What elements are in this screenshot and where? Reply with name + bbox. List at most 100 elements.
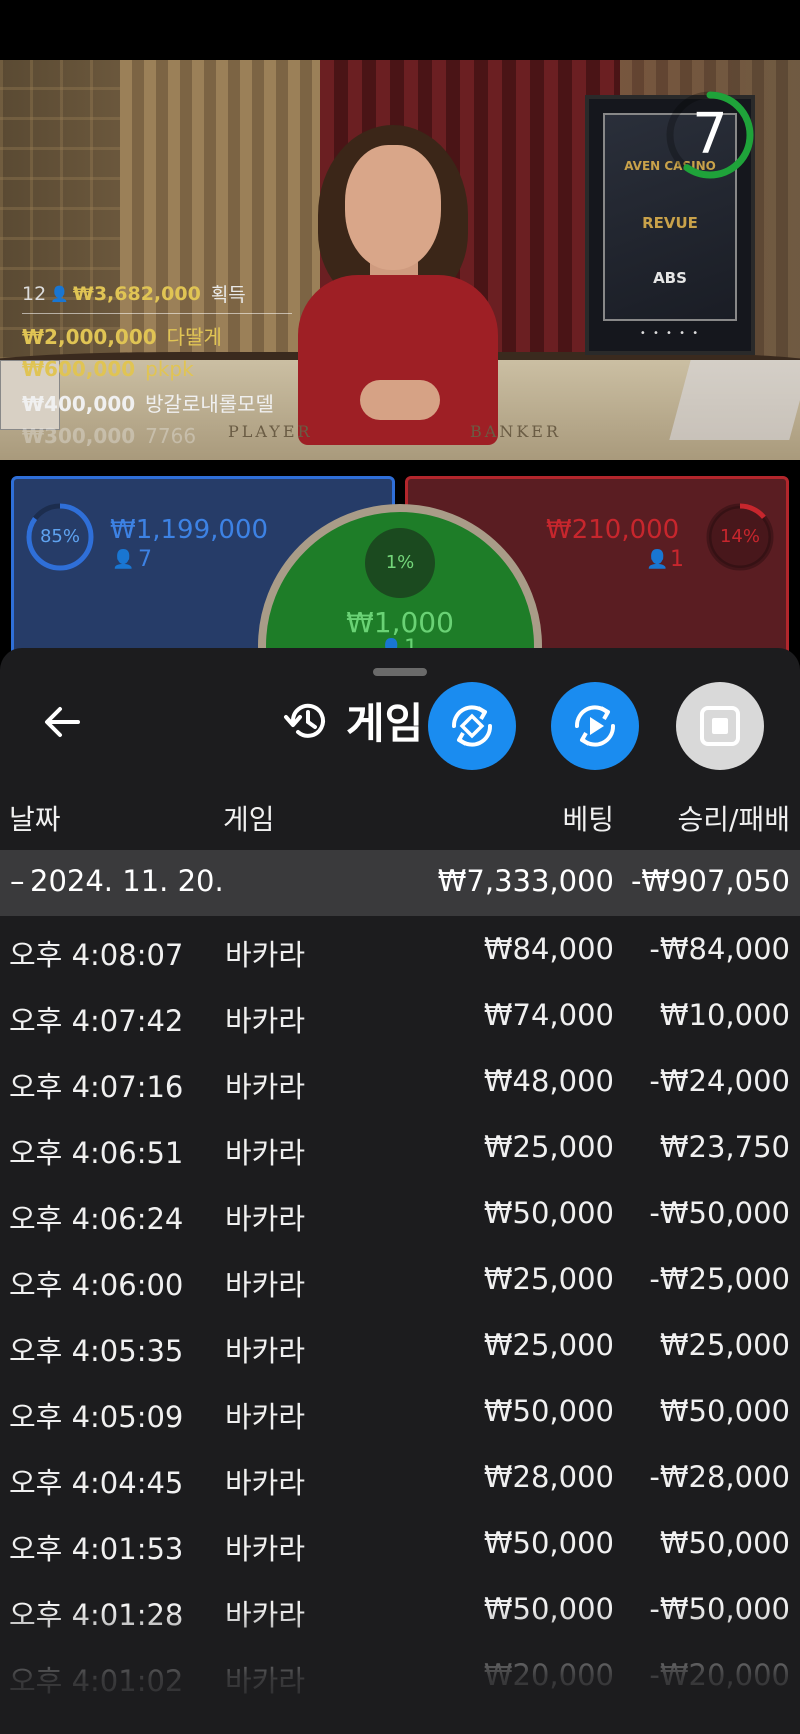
table-label-banker: BANKER [470,422,561,441]
winner-row: ₩400,000 방갈로내롤모델 [22,388,292,417]
table-row[interactable]: 오후 4:05:09 바카라 ₩50,000 ₩50,000 [0,1382,800,1448]
row-result: -₩28,000 [649,1460,790,1494]
winners-suffix: 획득 [210,284,246,306]
row-time: 오후 4:07:42 [9,1004,184,1038]
row-bet: ₩50,000 [483,1196,614,1230]
table-row[interactable]: 오후 4:07:16 바카라 ₩48,000 -₩24,000 [0,1052,800,1118]
row-game: 바카라 [225,1334,306,1368]
row-time: 오후 4:04:45 [9,1466,184,1500]
stop-button[interactable] [676,682,764,770]
replay-button[interactable] [551,682,639,770]
dealer-hands [360,380,440,420]
banker-pct: 14% [719,526,760,547]
sign-logo-revue: REVUE [642,214,698,232]
col-bet: 베팅 [562,803,614,836]
row-game: 바카라 [225,1202,306,1236]
rotate-cast-button[interactable] [428,682,516,770]
date-group-row[interactable]: – 2024. 11. 20. ₩7,333,000 -₩907,050 [0,850,800,916]
row-bet: ₩25,000 [483,1262,614,1296]
row-result: ₩50,000 [659,1526,790,1560]
table-header: 날짜 게임 베팅 승리/패배 [0,790,800,840]
sheet-drag-handle[interactable] [373,668,427,676]
tie-amount: ₩1,000 [346,606,454,639]
row-game: 바카라 [225,1400,306,1434]
table-row[interactable]: 오후 4:06:51 바카라 ₩25,000 ₩23,750 [0,1118,800,1184]
row-time: 오후 4:05:35 [9,1334,184,1368]
table-row[interactable]: 오후 4:06:00 바카라 ₩25,000 -₩25,000 [0,1250,800,1316]
live-video-stream[interactable]: PLAYER BANKER AVEN CASINO REVUE ABS • • … [0,60,800,460]
person-icon: 👤 [112,549,135,570]
app-root: PLAYER BANKER AVEN CASINO REVUE ABS • • … [0,0,800,1734]
row-result: ₩25,000 [659,1328,790,1362]
row-result: ₩10,000 [659,998,790,1032]
winner-amount: ₩600,000 [22,357,136,381]
winner-row: ₩300,000 7766 [22,424,292,448]
stop-icon [700,706,740,746]
table-row[interactable]: 오후 4:08:07 바카라 ₩84,000 -₩84,000 [0,920,800,986]
date-group-bet-total: ₩7,333,000 [437,864,614,898]
tie-pct-ring: 1% [365,528,435,598]
row-result: ₩23,750 [659,1130,790,1164]
sheet-title-group: 게임 [282,690,423,751]
date-group-result-total: -₩907,050 [630,864,790,898]
row-bet: ₩84,000 [483,932,614,966]
row-time: 오후 4:06:00 [9,1268,184,1302]
game-history-sheet: 게임 날짜 게임 베팅 승리/패배 – 2024. 11. 20. ₩7,333… [0,648,800,1734]
list-fade [0,1608,800,1734]
row-bet: ₩74,000 [483,998,614,1032]
row-bet: ₩48,000 [483,1064,614,1098]
collapse-toggle[interactable]: – [10,864,25,898]
col-game: 게임 [223,803,275,836]
row-game: 바카라 [225,1136,306,1170]
row-bet: ₩50,000 [483,1526,614,1560]
table-row[interactable]: 오후 4:04:45 바카라 ₩28,000 -₩28,000 [0,1448,800,1514]
row-time: 오후 4:01:53 [9,1532,184,1566]
banker-amount: ₩210,000 [546,515,680,545]
winners-list: 12 👤 ₩3,682,000 획득 ₩2,000,000 다딸게 ₩600,00… [22,280,292,448]
person-icon: 👤 [646,549,669,570]
row-game: 바카라 [225,1466,306,1500]
winner-amount: ₩300,000 [22,424,136,448]
row-result: -₩50,000 [649,1196,790,1230]
rotate-cast-icon [451,705,493,747]
row-result: -₩25,000 [649,1262,790,1296]
row-game: 바카라 [225,1268,306,1302]
table-row[interactable]: 오후 4:05:35 바카라 ₩25,000 ₩25,000 [0,1316,800,1382]
table-row[interactable]: 오후 4:07:42 바카라 ₩74,000 ₩10,000 [0,986,800,1052]
timer-number: 7 [692,102,728,167]
arrow-left-icon [45,707,80,737]
row-game: 바카라 [225,1532,306,1566]
row-time: 오후 4:05:09 [9,1400,184,1434]
winner-name: pkpk [145,357,194,381]
replay-icon [574,705,616,747]
col-date: 날짜 [9,803,61,836]
winner-row: ₩600,000 pkpk [22,357,292,381]
row-bet: ₩25,000 [483,1328,614,1362]
banker-count: 1 [670,547,684,572]
person-icon: 👤 [50,284,69,303]
row-game: 바카라 [225,938,306,972]
row-time: 오후 4:06:51 [9,1136,184,1170]
history-icon [284,703,325,738]
round-timer: 7 [665,90,765,190]
winner-name: 방갈로내롤모델 [145,392,274,416]
row-bet: ₩25,000 [483,1130,614,1164]
winner-name: 다딸게 [166,325,222,349]
winners-header: 12 👤 ₩3,682,000 획득 [22,280,292,314]
row-result: -₩84,000 [649,932,790,966]
card-shoe [669,360,800,440]
row-time: 오후 4:06:24 [9,1202,184,1236]
row-game: 바카라 [225,1070,306,1104]
sign-pager-dots: • • • • • [639,328,701,339]
row-result: ₩50,000 [659,1394,790,1428]
winner-amount: ₩400,000 [22,392,136,416]
row-time: 오후 4:08:07 [9,938,184,972]
table-row[interactable]: 오후 4:01:53 바카라 ₩50,000 ₩50,000 [0,1514,800,1580]
player-amount: ₩1,199,000 [110,515,269,545]
winners-total: ₩3,682,000 [72,282,201,305]
sign-logo-abs: ABS [653,269,687,287]
row-result: -₩24,000 [649,1064,790,1098]
table-row[interactable]: 오후 4:06:24 바카라 ₩50,000 -₩50,000 [0,1184,800,1250]
back-button[interactable] [40,700,90,750]
col-result: 승리/패배 [677,803,790,836]
